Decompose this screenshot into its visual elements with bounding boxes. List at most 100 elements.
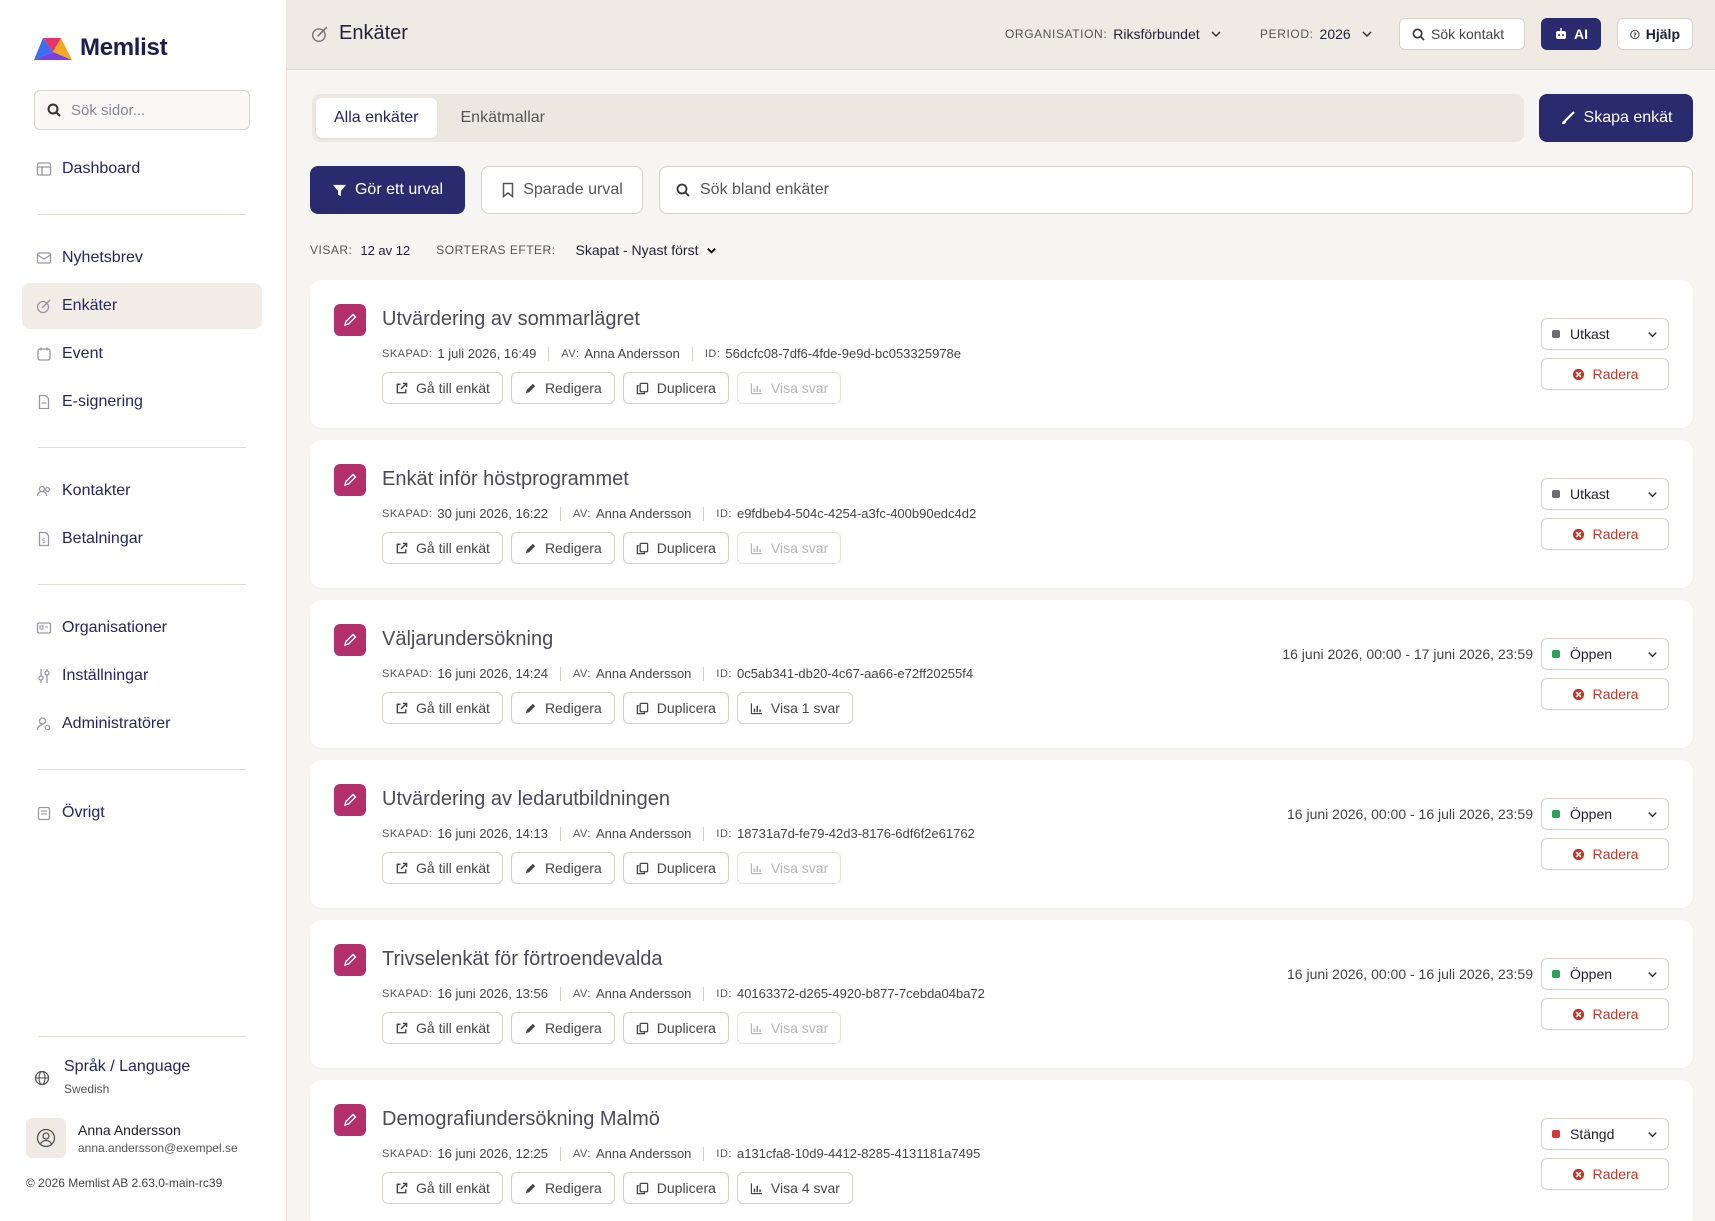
duplicate-button[interactable]: Duplicera <box>622 1172 729 1204</box>
edit-button[interactable]: Redigera <box>510 1172 615 1204</box>
goto-survey-button[interactable]: Gå till enkät <box>382 1172 503 1204</box>
author-label: AV: <box>572 987 591 1000</box>
delete-button[interactable]: Radera <box>1541 518 1669 550</box>
survey-icon <box>36 298 52 314</box>
author-value: Anna Andersson <box>596 826 692 841</box>
edit-button[interactable]: Redigera <box>510 372 615 404</box>
survey-search[interactable] <box>659 166 1693 214</box>
sidebar-item-surveys[interactable]: Enkäter <box>22 283 262 329</box>
status-indicator <box>1552 330 1560 338</box>
goto-survey-button[interactable]: Gå till enkät <box>382 852 503 884</box>
survey-meta: SKAPAD: 30 juni 2026, 16:22 AV: Anna And… <box>382 506 976 521</box>
view-responses-button: Visa svar <box>736 852 842 884</box>
id-value: 56dcfc08-7df6-4fde-9e9d-bc053325978e <box>725 346 962 361</box>
survey-title[interactable]: Väljarundersökning <box>382 628 553 651</box>
create-survey-button[interactable]: Skapa enkät <box>1539 94 1693 142</box>
app-logo[interactable]: Memlist <box>34 34 168 62</box>
goto-survey-button[interactable]: Gå till enkät <box>382 692 503 724</box>
duplicate-button[interactable]: Duplicera <box>622 372 729 404</box>
status-dropdown[interactable]: Öppen <box>1541 638 1669 670</box>
sidebar-item-label: Övrigt <box>62 804 105 821</box>
sidebar-search[interactable] <box>34 90 250 130</box>
goto-survey-button[interactable]: Gå till enkät <box>382 532 503 564</box>
period-selector[interactable]: PERIOD: 2026 <box>1260 26 1373 42</box>
tab-survey-templates[interactable]: Enkätmallar <box>443 98 563 138</box>
external-link-icon <box>396 1022 408 1033</box>
id-label: ID: <box>716 987 732 1000</box>
survey-actions: Gå till enkät Redigera Duplicera Visa sv… <box>382 1012 842 1044</box>
status-dropdown[interactable]: Öppen <box>1541 798 1669 830</box>
edit-button[interactable]: Redigera <box>510 692 615 724</box>
sidebar-item-other[interactable]: Övrigt <box>22 790 262 836</box>
duplicate-button[interactable]: Duplicera <box>622 1012 729 1044</box>
status-dropdown[interactable]: Utkast <box>1541 318 1669 350</box>
ai-button[interactable]: AI <box>1541 18 1601 50</box>
sidebar-item-dashboard[interactable]: Dashboard <box>22 146 262 192</box>
id-label: ID: <box>716 827 732 840</box>
user-profile[interactable]: Anna Andersson anna.andersson@exempel.se <box>26 1118 238 1158</box>
tab-all-surveys[interactable]: Alla enkäter <box>316 98 437 138</box>
survey-title[interactable]: Trivselenkät för förtroendevalda <box>382 948 663 971</box>
duplicate-label: Duplicera <box>656 1020 716 1036</box>
make-selection-button[interactable]: Gör ett urval <box>310 166 465 214</box>
organisation-selector[interactable]: ORGANISATION: Riksförbundet <box>1005 26 1222 42</box>
sort-dropdown[interactable]: Skapat - Nyast först <box>576 242 718 258</box>
survey-title[interactable]: Utvärdering av sommarlägret <box>382 308 640 331</box>
survey-pencil-icon <box>334 784 366 816</box>
view-responses-button[interactable]: Visa 1 svar <box>736 692 853 724</box>
sidebar-item-payments[interactable]: $ Betalningar <box>22 516 262 562</box>
survey-title[interactable]: Utvärdering av ledarutbildningen <box>382 788 670 811</box>
edit-button[interactable]: Redigera <box>510 852 615 884</box>
sidebar-item-event[interactable]: Event <box>22 331 262 377</box>
survey-search-input[interactable] <box>700 181 1600 199</box>
survey-title[interactable]: Enkät inför höstprogrammet <box>382 468 629 491</box>
id-label: ID: <box>716 667 732 680</box>
copy-icon <box>636 862 649 874</box>
edit-button[interactable]: Redigera <box>510 1012 615 1044</box>
status-indicator <box>1552 490 1560 498</box>
user-icon <box>36 1128 56 1148</box>
organisations-icon <box>36 620 52 636</box>
sidebar-item-settings[interactable]: Inställningar <box>22 653 262 699</box>
sidebar-item-label: Inställningar <box>62 667 149 684</box>
status-dropdown[interactable]: Stängd <box>1541 1118 1669 1150</box>
delete-label: Radera <box>1592 1166 1639 1182</box>
sidebar-search-input[interactable] <box>71 101 231 119</box>
survey-actions: Gå till enkät Redigera Duplicera Visa sv… <box>382 532 842 564</box>
duplicate-button[interactable]: Duplicera <box>622 692 729 724</box>
duplicate-button[interactable]: Duplicera <box>622 852 729 884</box>
language-selector[interactable]: Språk / Language Swedish <box>34 1058 190 1096</box>
delete-button[interactable]: Radera <box>1541 838 1669 870</box>
id-value: 18731a7d-fe79-42d3-8176-6df6f2e61762 <box>736 826 975 841</box>
survey-title[interactable]: Demografiundersökning Malmö <box>382 1108 660 1131</box>
survey-card: Utvärdering av sommarlägret SKAPAD: 1 ju… <box>310 280 1693 428</box>
chevron-down-icon <box>1648 491 1657 497</box>
goto-survey-button[interactable]: Gå till enkät <box>382 1012 503 1044</box>
delete-button[interactable]: Radera <box>1541 678 1669 710</box>
edit-button[interactable]: Redigera <box>510 532 615 564</box>
duplicate-button[interactable]: Duplicera <box>622 532 729 564</box>
help-label: Hjälp <box>1645 26 1680 42</box>
sidebar-item-e-signing[interactable]: E-signering <box>22 379 262 425</box>
saved-selections-button[interactable]: Sparade urval <box>481 166 643 214</box>
help-button[interactable]: ? Hjälp <box>1617 18 1693 50</box>
external-link-icon <box>396 1182 408 1193</box>
sidebar-item-admins[interactable]: Administratörer <box>22 701 262 747</box>
status-dropdown[interactable]: Utkast <box>1541 478 1669 510</box>
status-dropdown[interactable]: Öppen <box>1541 958 1669 990</box>
delete-button[interactable]: Radera <box>1541 1158 1669 1190</box>
search-contact-button[interactable]: Sök kontakt <box>1399 18 1525 50</box>
goto-survey-button[interactable]: Gå till enkät <box>382 372 503 404</box>
search-icon <box>676 183 690 197</box>
sidebar-item-contacts[interactable]: Kontakter <box>22 468 262 514</box>
delete-button[interactable]: Radera <box>1541 998 1669 1030</box>
external-link-icon <box>396 542 408 553</box>
view-responses-button[interactable]: Visa 4 svar <box>736 1172 853 1204</box>
survey-date-range: 16 juni 2026, 00:00 - 16 juli 2026, 23:5… <box>1287 806 1533 822</box>
view-responses-button: Visa svar <box>736 372 842 404</box>
sidebar-item-organisations[interactable]: Organisationer <box>22 605 262 651</box>
delete-button[interactable]: Radera <box>1541 358 1669 390</box>
external-link-icon <box>396 382 408 393</box>
copy-icon <box>636 1022 649 1034</box>
sidebar-item-newsletter[interactable]: Nyhetsbrev <box>22 235 262 281</box>
